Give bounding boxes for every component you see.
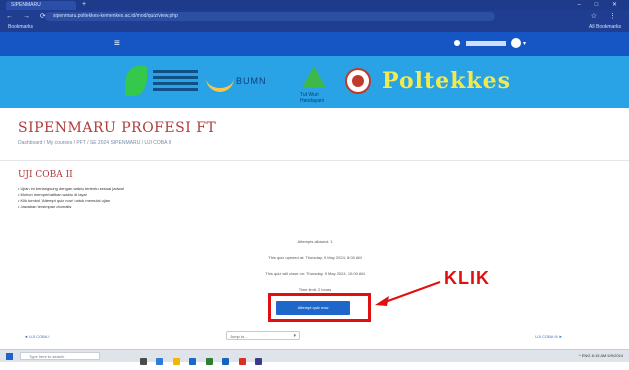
quiz-info-list: • Ujian ini berlangsung dengan waktu ter… — [18, 186, 238, 210]
page-title: SIPENMARU PROFESI FT — [18, 120, 217, 136]
seal-logo — [343, 62, 373, 102]
new-tab-button[interactable]: + — [82, 0, 86, 10]
taskbar-apps — [140, 352, 267, 365]
divider — [0, 160, 629, 161]
tut-wuri-text: Tut Wuri Handayani — [300, 92, 324, 104]
user-name — [465, 40, 506, 46]
bumn-logo-text: BUMN — [236, 76, 267, 86]
chevron-down-icon[interactable]: ▾ — [523, 41, 526, 47]
address-bar[interactable]: sipenmaru.poltekkes-kemenkes.ac.id/mod/q… — [45, 12, 495, 21]
avatar[interactable] — [511, 38, 522, 49]
menu-icon[interactable]: ≡ — [114, 38, 120, 50]
jump-to-select[interactable]: Jump to... ▾ — [226, 331, 300, 340]
klik-callout: KLIK — [444, 268, 490, 288]
kemenkes-logo-text — [153, 70, 198, 94]
notification-icon[interactable] — [454, 40, 460, 47]
triangle-icon — [302, 66, 326, 88]
next-activity-link[interactable]: UJI COBA III ► — [535, 334, 563, 339]
quiz-close-time: This quiz will close on: Thursday, 9 May… — [265, 271, 365, 276]
previous-activity-link[interactable]: ◄ UJI COBA I — [24, 334, 50, 339]
header-banner: BUMN Tut Wuri Handayani Poltekkes — [0, 56, 629, 108]
quiz-title: UJI COBA II — [18, 170, 73, 180]
attempts-allowed: Attempts allowed: 1 — [297, 239, 333, 244]
browser-tab[interactable]: SIPENMARU — [6, 1, 76, 10]
jump-to-label: Jump to... — [230, 334, 248, 339]
breadcrumb[interactable]: Dashboard / My courses / PFT / SE 2024 S… — [18, 140, 171, 146]
quiz-open-time: This quiz opened at: Thursday, 9 May 202… — [268, 255, 362, 260]
highlight-box — [268, 293, 371, 322]
taskbar: Type here to search ^ ENG 8:15 AM 5/9/20… — [0, 349, 629, 365]
browser-menu-icon[interactable]: ☆ ⋮ — [591, 10, 621, 23]
start-icon[interactable] — [6, 353, 13, 360]
browser-tab-strip: SIPENMARU + – □ ✕ — [0, 0, 629, 10]
window-controls[interactable]: – □ ✕ — [578, 0, 623, 10]
site-navbar: ≡ ▾ — [0, 32, 629, 56]
seal-emblem-icon — [352, 75, 364, 87]
swoosh-icon — [206, 74, 234, 92]
leaf-icon — [125, 66, 147, 96]
time-limit: Time limit: 2 hours — [298, 287, 332, 292]
kemenkes-logo — [125, 62, 200, 102]
poltekkes-logo-text: Poltekkes — [382, 68, 512, 94]
browser-toolbar: ← → ⟳ ⌂ sipenmaru.poltekkes-kemenkes.ac.… — [0, 10, 629, 23]
chevron-down-icon: ▾ — [293, 333, 296, 339]
bookmarks-bar: Bookmarks All Bookmarks — [0, 23, 629, 32]
system-tray[interactable]: ^ ENG 8:15 AM 5/9/2024 — [579, 350, 623, 362]
all-bookmarks[interactable]: All Bookmarks — [589, 23, 621, 32]
taskbar-search[interactable]: Type here to search — [20, 352, 100, 360]
list-item: • Jawaban tersimpan otomatis — [18, 204, 72, 209]
bookmark-item[interactable]: Bookmarks — [8, 24, 33, 30]
tut-wuri-logo: Tut Wuri Handayani — [294, 62, 334, 104]
bumn-logo: BUMN — [206, 62, 286, 102]
user-menu[interactable]: ▾ — [454, 38, 526, 50]
poltekkes-logo: Poltekkes — [382, 62, 510, 102]
